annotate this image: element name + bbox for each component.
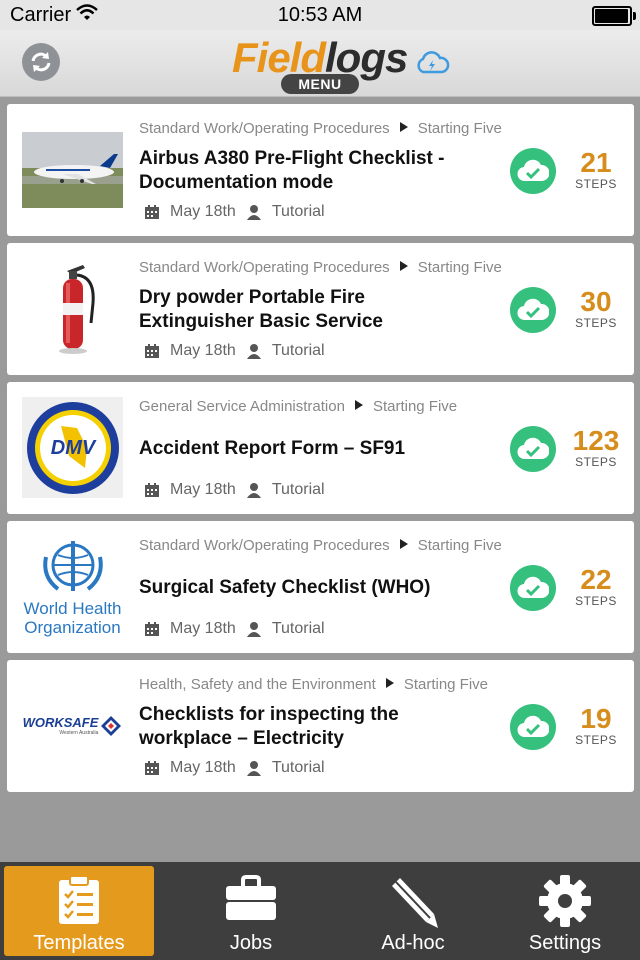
- worksafe-logo-text: WORKSAFE: [22, 715, 99, 730]
- battery-icon: [592, 6, 636, 26]
- gear-icon: [539, 875, 591, 927]
- template-author: Tutorial: [271, 620, 325, 637]
- template-date: May 18th: [170, 203, 236, 220]
- clock: 10:53 AM: [277, 4, 363, 26]
- template-author: Tutorial: [271, 759, 325, 776]
- synced-cloud-icon: [510, 704, 556, 750]
- refresh-button[interactable]: [22, 43, 60, 81]
- synced-cloud-icon: [510, 426, 556, 472]
- template-date: May 18th: [170, 342, 236, 359]
- breadcrumb: Standard Work/Operating Procedures Starti…: [139, 259, 502, 276]
- step-count: 19 STEPS: [575, 703, 617, 747]
- template-title: Surgical Safety Checklist (WHO): [139, 577, 431, 598]
- app-header: Fieldlogs MENU: [0, 30, 640, 97]
- step-count: 123 STEPS: [572, 425, 620, 469]
- calendar-icon: [145, 344, 159, 358]
- tab-settings[interactable]: Settings: [490, 866, 640, 956]
- template-card[interactable]: World Health Organization Standard Work/…: [7, 521, 634, 653]
- tab-templates[interactable]: Templates: [4, 866, 154, 956]
- template-card[interactable]: Standard Work/Operating Procedures Starti…: [7, 243, 634, 375]
- template-card[interactable]: DMV General Service Administration Starti…: [7, 382, 634, 514]
- worksafe-diamond-icon: [101, 715, 122, 736]
- template-date: May 18th: [170, 759, 236, 776]
- step-count: 30 STEPS: [575, 286, 617, 330]
- breadcrumb-arrow-icon: [354, 400, 363, 410]
- step-count: 21 STEPS: [575, 147, 617, 191]
- template-card[interactable]: Standard Work/Operating Procedures Starti…: [7, 104, 634, 236]
- breadcrumb-arrow-icon: [399, 122, 408, 132]
- template-meta: May 18th Tutorial: [144, 759, 325, 777]
- template-title: Dry powder Portable Fire Extinguisher Ba…: [139, 287, 383, 332]
- step-count: 22 STEPS: [575, 564, 617, 608]
- template-title: Airbus A380 Pre-Flight Checklist - Docum…: [139, 148, 445, 193]
- template-title: Checklists for inspecting the workplace …: [139, 704, 399, 749]
- user-icon: [246, 622, 261, 637]
- breadcrumb: Standard Work/Operating Procedures Starti…: [139, 537, 502, 554]
- cloud-sync-icon[interactable]: [414, 51, 450, 75]
- template-meta: May 18th Tutorial: [144, 342, 325, 360]
- template-meta: May 18th Tutorial: [144, 620, 325, 638]
- template-meta: May 18th Tutorial: [144, 203, 325, 221]
- tab-bar: Templates Jobs Ad-hoc Settings: [0, 862, 640, 960]
- template-list: Standard Work/Operating Procedures Starti…: [7, 104, 634, 799]
- breadcrumb-arrow-icon: [385, 678, 394, 688]
- calendar-icon: [145, 622, 159, 636]
- breadcrumb-arrow-icon: [399, 539, 408, 549]
- user-icon: [246, 761, 261, 776]
- clipboard-icon: [59, 875, 99, 924]
- template-title: Accident Report Form – SF91: [139, 438, 406, 459]
- user-icon: [246, 344, 261, 359]
- briefcase-icon: [226, 875, 276, 920]
- synced-cloud-icon: [510, 287, 556, 333]
- tab-jobs[interactable]: Jobs: [176, 866, 326, 956]
- synced-cloud-icon: [510, 565, 556, 611]
- calendar-icon: [145, 761, 159, 775]
- refresh-icon: [31, 52, 51, 72]
- fire-extinguisher-icon: [58, 264, 95, 354]
- user-icon: [246, 483, 261, 498]
- breadcrumb: Health, Safety and the Environment Starti…: [139, 676, 489, 693]
- template-author: Tutorial: [271, 481, 325, 498]
- breadcrumb: Standard Work/Operating Procedures Starti…: [139, 120, 502, 137]
- template-date: May 18th: [170, 620, 236, 637]
- who-logo-text-2: Organization: [24, 617, 121, 637]
- calendar-icon: [145, 483, 159, 497]
- tab-ad-hoc[interactable]: Ad-hoc: [338, 866, 488, 956]
- breadcrumb-arrow-icon: [399, 261, 408, 271]
- who-logo-text-1: World Health: [23, 598, 122, 618]
- status-bar: Carrier 10:53 AM: [0, 0, 640, 30]
- svg-text:DMV: DMV: [50, 437, 96, 459]
- template-card[interactable]: WORKSAFE Western Australia Health, Safet…: [7, 660, 634, 792]
- fire-extinguisher-thumbnail: [22, 258, 123, 359]
- airplane-photo-icon: [22, 131, 123, 208]
- dmv-thumbnail: DMV: [22, 397, 123, 498]
- template-author: Tutorial: [271, 203, 325, 220]
- worksafe-thumbnail: WORKSAFE Western Australia: [22, 675, 123, 776]
- breadcrumb: General Service Administration Starting F…: [139, 398, 458, 415]
- dmv-seal-logo-icon: DMV: [26, 401, 119, 494]
- menu-button[interactable]: MENU: [281, 74, 359, 94]
- user-icon: [246, 205, 261, 220]
- airplane-thumbnail: [22, 119, 123, 220]
- template-author: Tutorial: [271, 342, 325, 359]
- who-emblem-icon: [42, 540, 103, 591]
- calendar-icon: [145, 205, 159, 219]
- who-thumbnail: World Health Organization: [22, 536, 123, 637]
- synced-cloud-icon: [510, 148, 556, 194]
- worksafe-logo-subtext: Western Australia: [59, 730, 99, 736]
- pencil-icon: [392, 878, 438, 928]
- template-meta: May 18th Tutorial: [144, 481, 325, 499]
- template-date: May 18th: [170, 481, 236, 498]
